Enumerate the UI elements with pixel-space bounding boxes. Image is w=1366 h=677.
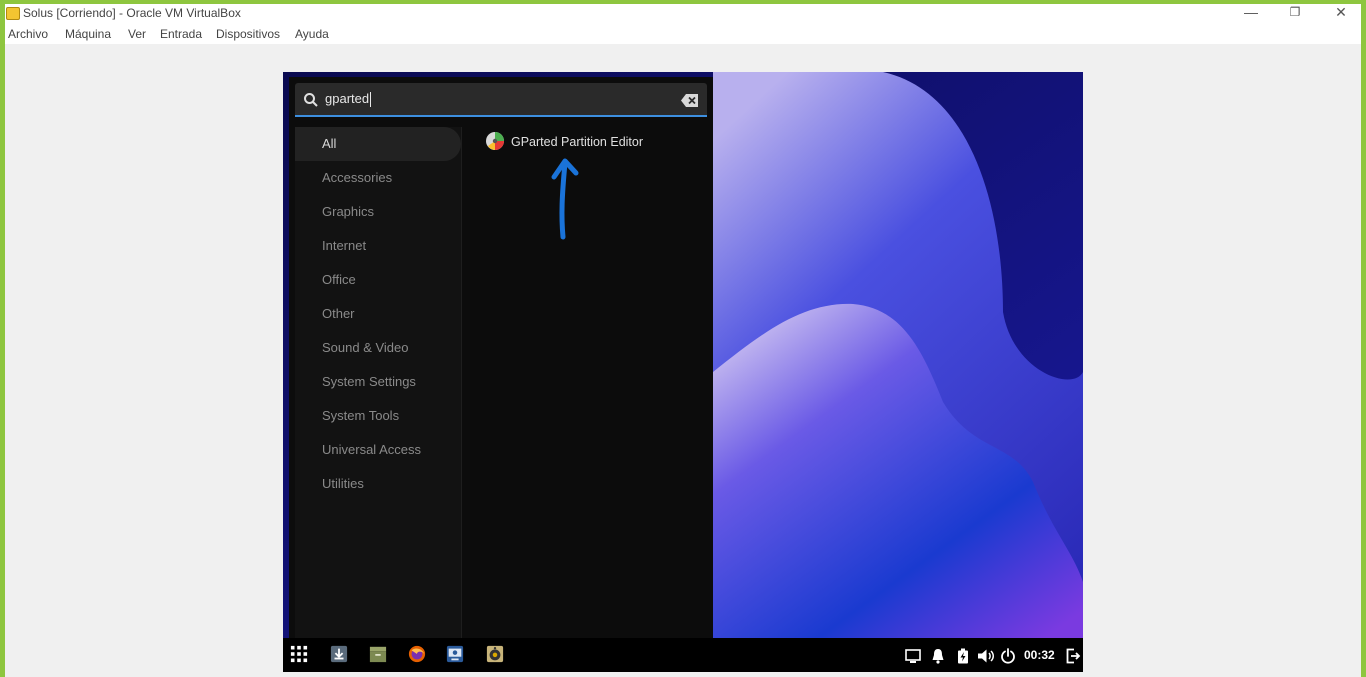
download-icon[interactable] [329,645,349,663]
gparted-icon [486,132,504,150]
close-button[interactable]: ✕ [1321,2,1361,22]
firefox-icon[interactable] [407,645,427,663]
category-system-tools[interactable]: System Tools [295,399,461,433]
software-center-icon[interactable] [445,645,465,663]
power-icon[interactable] [1000,647,1016,665]
virtualbox-window: Solus [Corriendo] - Oracle VM VirtualBox… [0,0,1366,677]
menu-ver[interactable]: Ver [128,26,146,42]
battery-icon[interactable] [955,647,971,665]
guest-screen[interactable]: gparted All Accessories Graphics Interne… [283,72,1083,672]
menu-maquina[interactable]: Máquina [65,26,111,42]
result-gparted[interactable]: GParted Partition Editor [485,130,705,154]
category-office[interactable]: Office [295,263,461,297]
restore-button[interactable]: ❐ [1275,2,1315,22]
rhythmbox-icon[interactable] [485,645,505,663]
text-caret [370,92,372,108]
logout-icon[interactable] [1065,647,1081,665]
menu-dispositivos[interactable]: Dispositivos [216,26,280,42]
menu-entrada[interactable]: Entrada [160,26,202,42]
category-list: All Accessories Graphics Internet Office… [295,127,462,638]
app-grid-icon[interactable] [289,645,309,663]
virtualbox-app-icon [6,7,20,20]
clear-search-icon[interactable] [681,94,699,107]
search-input[interactable]: gparted [325,89,665,109]
menu-ayuda[interactable]: Ayuda [295,26,329,42]
search-input-value: gparted [325,91,370,106]
category-all[interactable]: All [295,127,461,161]
window-title: Solus [Corriendo] - Oracle VM VirtualBox [23,6,241,20]
annotation-arrow [551,158,579,240]
display-icon[interactable] [905,647,921,665]
application-menu: gparted All Accessories Graphics Interne… [289,77,713,638]
category-internet[interactable]: Internet [295,229,461,263]
menu-archivo[interactable]: Archivo [8,26,48,42]
result-label: GParted Partition Editor [511,135,644,149]
category-other[interactable]: Other [295,297,461,331]
volume-icon[interactable] [977,647,995,665]
category-graphics[interactable]: Graphics [295,195,461,229]
title-bar: Solus [Corriendo] - Oracle VM VirtualBox… [5,4,1361,24]
minimize-button[interactable]: — [1231,2,1271,22]
files-icon[interactable] [368,645,388,663]
notifications-icon[interactable] [930,647,946,665]
category-accessories[interactable]: Accessories [295,161,461,195]
bottom-panel: 00:32 [283,638,1083,672]
panel-clock[interactable]: 00:32 [1024,646,1055,664]
category-universal-access[interactable]: Universal Access [295,433,461,467]
search-box[interactable]: gparted [295,83,707,117]
category-system-settings[interactable]: System Settings [295,365,461,399]
category-sound-video[interactable]: Sound & Video [295,331,461,365]
menu-bar: Archivo Máquina Ver Entrada Dispositivos… [5,24,1361,44]
vm-display-area: gparted All Accessories Graphics Interne… [5,44,1361,677]
category-utilities[interactable]: Utilities [295,467,461,501]
search-icon [304,93,318,107]
